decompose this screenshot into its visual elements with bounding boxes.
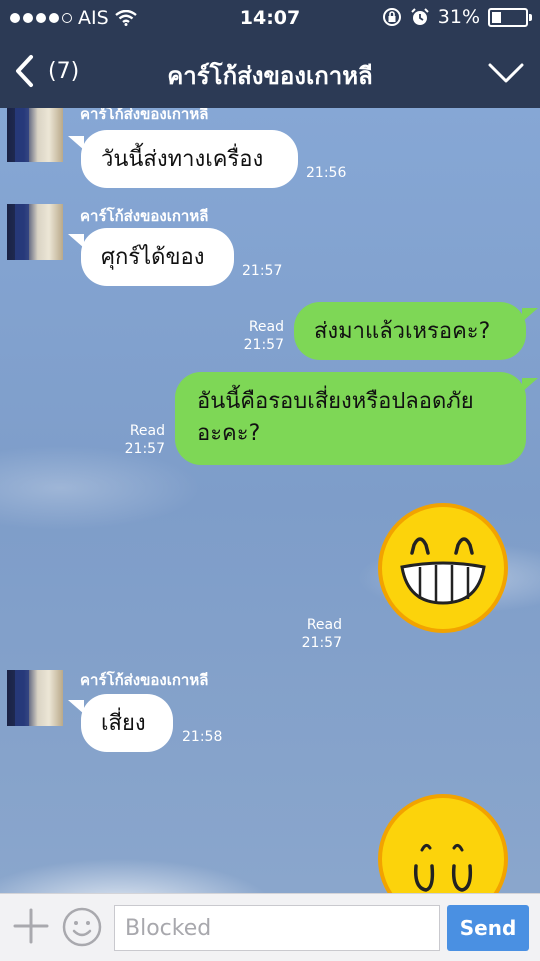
sticker-face-icon: [400, 537, 486, 605]
incoming-message-bubble[interactable]: วันนี้ส่งทางเครื่อง: [81, 130, 298, 188]
message-input-bar: Send: [0, 893, 540, 961]
emoji-button[interactable]: [62, 907, 102, 951]
avatar[interactable]: [7, 204, 63, 260]
worried-sticker[interactable]: [378, 794, 508, 893]
read-label: Read: [306, 617, 342, 633]
attach-button[interactable]: [12, 907, 50, 945]
message-input[interactable]: [114, 905, 440, 951]
chevron-down-icon: [488, 63, 524, 83]
message-time: 21:57: [242, 263, 283, 279]
avatar[interactable]: [7, 670, 63, 726]
message-time: 21:56: [306, 165, 347, 181]
read-label: Read: [248, 319, 284, 335]
sticker-face-icon: [413, 843, 473, 892]
battery-percent: 31%: [437, 6, 480, 28]
status-right: 31%: [382, 6, 532, 28]
menu-toggle-button[interactable]: [488, 62, 524, 88]
sender-name: คาร์โก้ส่งของเกาหลี: [80, 108, 209, 123]
incoming-message-bubble[interactable]: เสี่ยง: [81, 694, 173, 752]
avatar[interactable]: [7, 108, 63, 162]
chat-header: (7) คาร์โก้ส่งของเกาหลี: [0, 40, 540, 108]
read-receipt: Read 21:57: [290, 616, 342, 652]
sender-name: คาร์โก้ส่งของเกาหลี: [80, 671, 209, 689]
incoming-message-bubble[interactable]: ศุกร์ได้ของ: [81, 228, 234, 286]
sender-name: คาร์โก้ส่งของเกาหลี: [80, 207, 209, 225]
grinning-sweat-sticker[interactable]: [378, 503, 508, 633]
status-bar: AIS 14:07 31%: [0, 0, 540, 40]
outgoing-message-bubble[interactable]: ส่งมาแล้วเหรอคะ?: [294, 302, 526, 360]
battery-icon: [488, 7, 532, 27]
read-receipt: Read 21:57: [113, 422, 165, 458]
read-label: Read: [129, 423, 165, 439]
message-time: 21:57: [124, 441, 165, 457]
read-receipt: Read 21:57: [232, 318, 284, 354]
chat-area[interactable]: คาร์โก้ส่งของเกาหลี วันนี้ส่งทางเครื่อง …: [0, 108, 540, 893]
outgoing-message-bubble[interactable]: อันนี้คือรอบเสี่ยงหรือปลอดภัย อะคะ?: [175, 372, 526, 465]
plus-icon: [13, 908, 49, 944]
message-time: 21:57: [243, 337, 284, 353]
chat-title: คาร์โก้ส่งของเกาหลี: [167, 62, 373, 90]
rotation-lock-icon: [382, 8, 401, 26]
smiley-icon: [62, 907, 102, 947]
alarm-icon: [411, 8, 429, 25]
send-button[interactable]: Send: [447, 905, 529, 951]
message-time: 21:58: [182, 729, 223, 745]
message-time: 21:57: [301, 635, 342, 651]
